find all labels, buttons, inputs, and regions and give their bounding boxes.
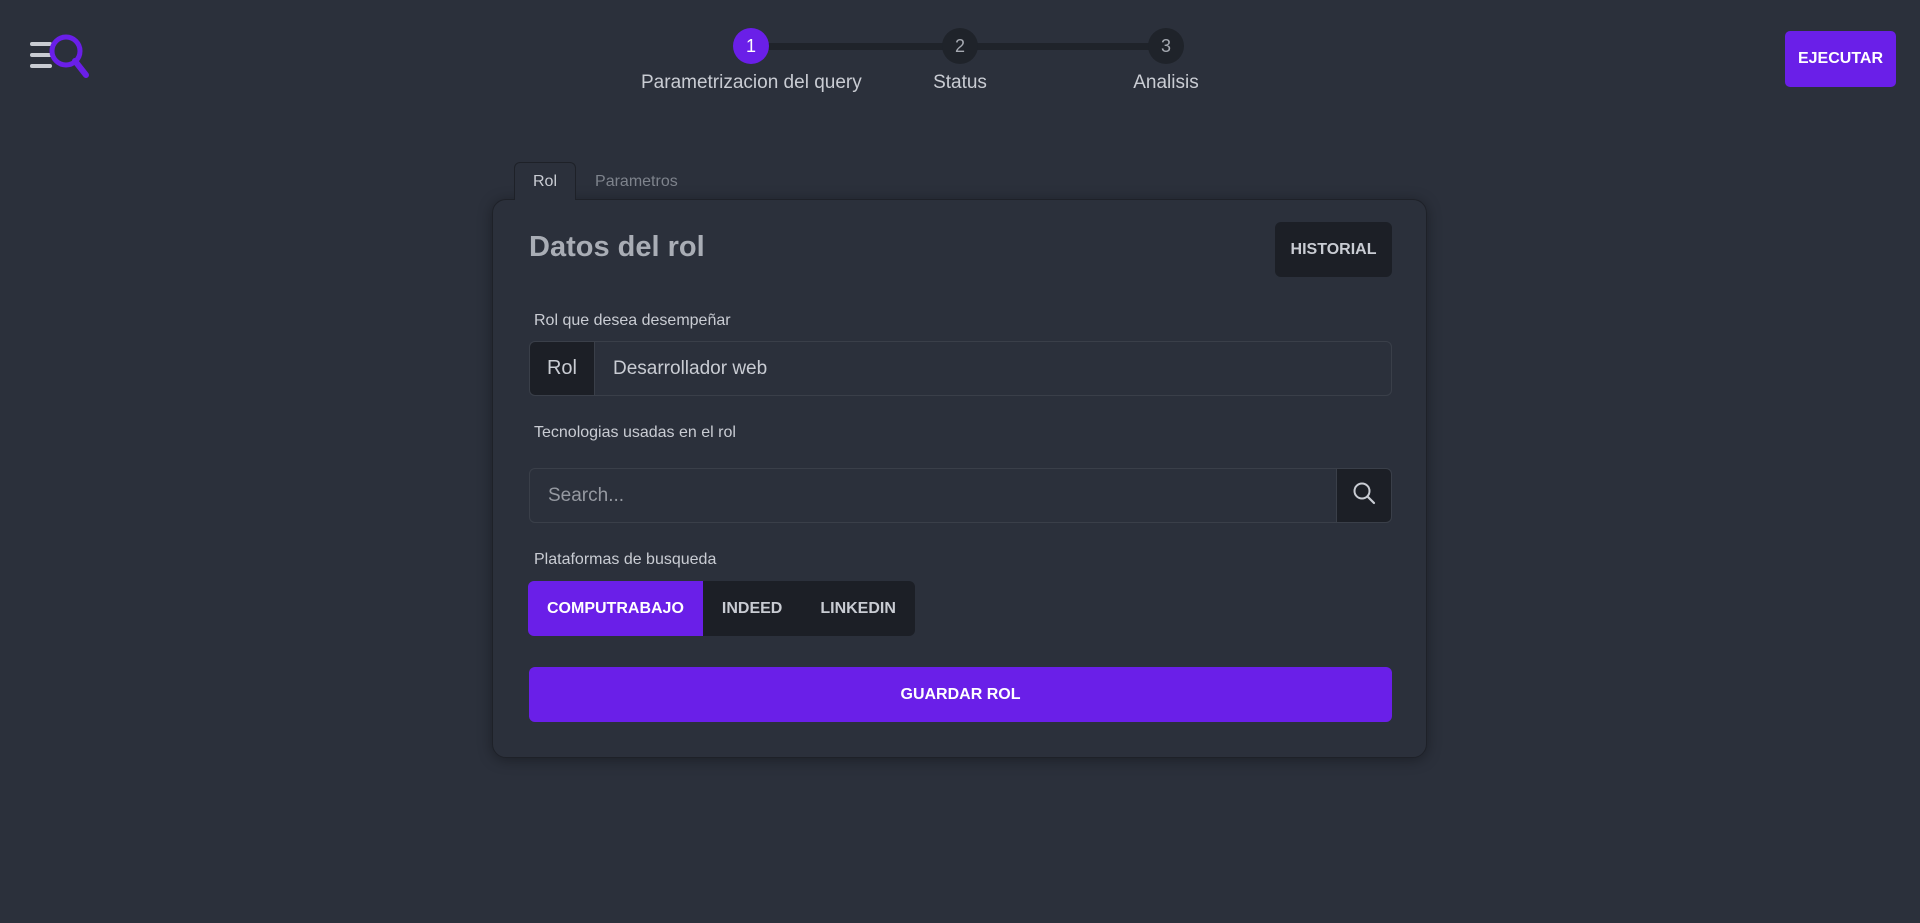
card-title: Datos del rol: [529, 231, 705, 263]
step-2[interactable]: 2 Status: [850, 28, 1070, 94]
technologies-field-label: Tecnologias usadas en el rol: [534, 424, 736, 441]
step-2-label: Status: [933, 72, 987, 93]
history-button[interactable]: HISTORIAL: [1275, 222, 1392, 277]
platforms-field-label: Plataformas de busqueda: [534, 551, 717, 568]
role-card: Datos del rol HISTORIAL Rol que desea de…: [492, 199, 1427, 758]
technologies-input-group: [529, 468, 1392, 523]
search-icon: [1352, 481, 1376, 510]
step-2-number: 2: [942, 28, 978, 64]
step-1-label: Parametrizacion del query: [641, 72, 862, 93]
progress-stepper: 1 Parametrizacion del query 2 Status 3 A…: [620, 28, 1200, 98]
step-3[interactable]: 3 Analisis: [1056, 28, 1276, 94]
step-3-number: 3: [1148, 28, 1184, 64]
platform-computrabajo-button[interactable]: COMPUTRABAJO: [528, 581, 703, 636]
role-input[interactable]: [594, 341, 1392, 396]
platform-indeed-button[interactable]: INDEED: [702, 581, 802, 636]
menu-search-logo-icon[interactable]: [30, 34, 90, 84]
app-root: 1 Parametrizacion del query 2 Status 3 A…: [0, 0, 1920, 923]
execute-button[interactable]: EJECUTAR: [1785, 31, 1896, 87]
save-role-button[interactable]: GUARDAR ROL: [529, 667, 1392, 722]
tab-bar: Rol Parametros: [514, 162, 697, 200]
step-1-number: 1: [733, 28, 769, 64]
tab-rol[interactable]: Rol: [514, 162, 577, 200]
search-button[interactable]: [1337, 468, 1392, 523]
platform-linkedin-button[interactable]: LINKEDIN: [801, 581, 915, 636]
step-3-label: Analisis: [1133, 72, 1199, 93]
tab-parametros[interactable]: Parametros: [576, 162, 697, 200]
role-field-label: Rol que desea desempeñar: [534, 312, 731, 329]
step-1[interactable]: 1 Parametrizacion del query: [641, 28, 862, 94]
technologies-search-input[interactable]: [529, 468, 1337, 523]
role-input-group: Rol: [529, 341, 1392, 396]
role-addon: Rol: [529, 341, 594, 396]
platforms-toggle-group: COMPUTRABAJO INDEED LINKEDIN: [528, 581, 915, 636]
